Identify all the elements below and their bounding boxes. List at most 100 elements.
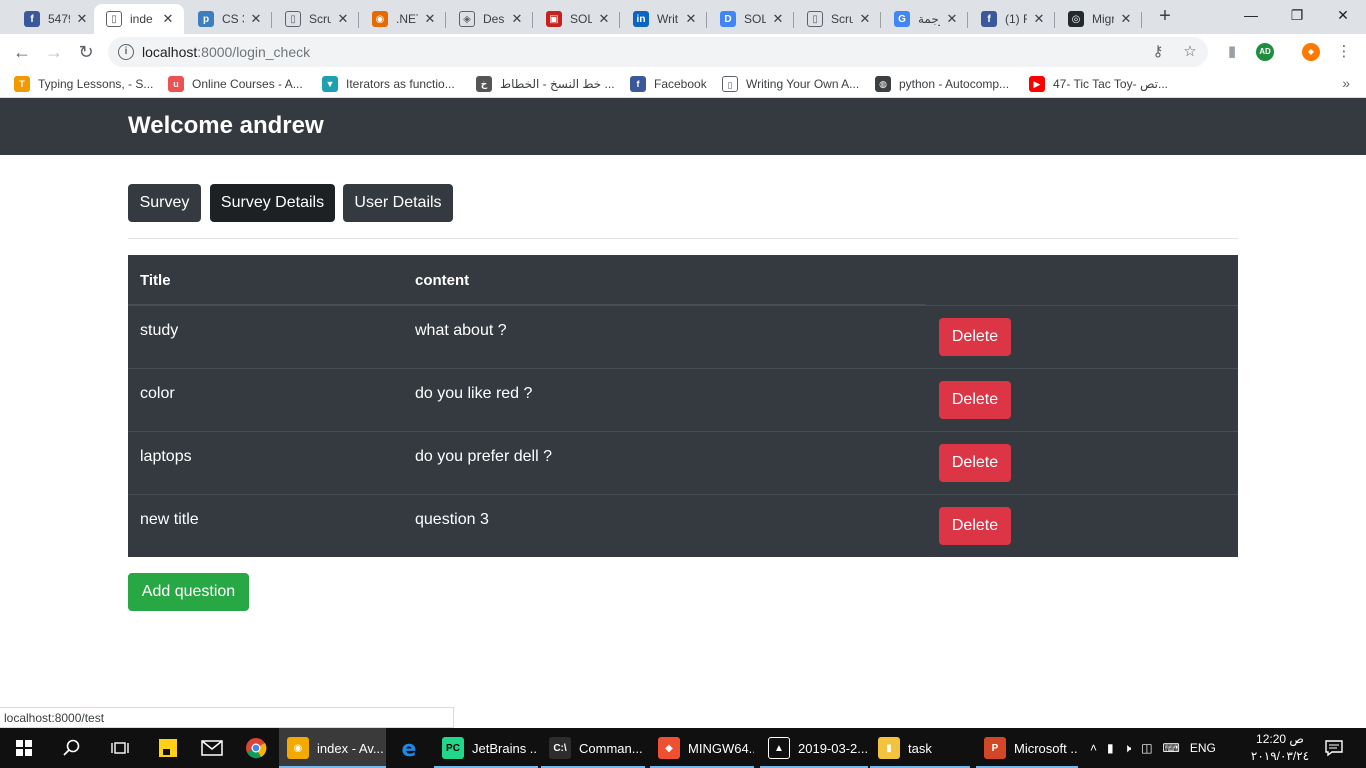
bookmark-label: Facebook — [654, 77, 707, 91]
battery-icon[interactable]: ▮ — [1107, 741, 1114, 755]
sticky-notes-icon[interactable] — [156, 736, 180, 760]
clock-time: 12:20 ص — [1256, 732, 1304, 746]
survey-details-button[interactable]: Survey Details — [210, 184, 335, 222]
browser-tab[interactable]: ▯ Scru ✕ — [795, 4, 881, 34]
bookmark-item[interactable]: خ خط النسخ - الخطاط ... — [476, 75, 615, 93]
tab-separator — [967, 12, 968, 28]
wifi-icon[interactable]: ◫ — [1141, 741, 1152, 755]
close-icon[interactable]: ✕ — [1320, 0, 1366, 30]
taskbar-app-label: MINGW64... — [688, 740, 754, 756]
bookmark-item[interactable]: ◍ python - Autocomp... — [875, 75, 1009, 93]
address-bar[interactable]: i localhost:8000/login_check ⚷ ☆ — [108, 37, 1208, 67]
delete-button[interactable]: Delete — [939, 318, 1011, 356]
tab-close-icon[interactable]: ✕ — [335, 11, 351, 27]
browser-tab[interactable]: ▣ SOLI ✕ — [534, 4, 620, 34]
browser-tab[interactable]: ◉ .NET ✕ — [360, 4, 446, 34]
tab-title: Scru — [309, 12, 331, 26]
browser-tab[interactable]: D SOLI ✕ — [708, 4, 794, 34]
bookmark-item[interactable]: f Facebook — [630, 75, 707, 93]
dotnet-icon: ◉ — [372, 11, 388, 27]
browser-tab[interactable]: f (1) F ✕ — [969, 4, 1055, 34]
taskbar-app[interactable]: ◉ index - Av... — [279, 728, 386, 768]
notifications-icon[interactable] — [1322, 736, 1346, 760]
browser-tab[interactable]: ◎ Migr ✕ — [1056, 4, 1142, 34]
tab-separator — [271, 12, 272, 28]
browser-tab[interactable]: G ترجمة ✕ — [882, 4, 968, 34]
browser-tab[interactable]: f 5479 ✕ — [12, 4, 98, 34]
cell-content: question 3 — [415, 511, 489, 528]
new-tab-icon[interactable]: + — [1154, 5, 1176, 27]
taskbar-app[interactable]: P Microsoft ... — [976, 728, 1078, 768]
chrome-icon[interactable] — [244, 736, 268, 760]
tab-close-icon[interactable]: ✕ — [683, 11, 699, 27]
clock[interactable]: 12:20 ص ٢٠١٩/٠٣/٢٤ — [1250, 731, 1310, 765]
tab-close-icon[interactable]: ✕ — [596, 11, 612, 27]
tab-close-icon[interactable]: ✕ — [248, 11, 264, 27]
tab-close-icon[interactable]: ✕ — [1118, 11, 1134, 27]
tab-close-icon[interactable]: ✕ — [160, 11, 176, 27]
tab-title: CS 3 — [222, 12, 244, 26]
table-row: new title question 3 Delete — [128, 494, 1238, 557]
reload-icon[interactable]: ↻ — [72, 38, 100, 66]
taskbar-app[interactable]: PC JetBrains ... — [434, 728, 538, 768]
add-question-button[interactable]: Add question — [128, 573, 249, 611]
browser-tab[interactable]: ▯ Scru ✕ — [273, 4, 359, 34]
delete-button[interactable]: Delete — [939, 507, 1011, 545]
restore-icon[interactable]: ❐ — [1274, 0, 1320, 30]
show-hidden-icons-icon[interactable]: ˄ — [1090, 741, 1097, 755]
taskbar-app-label: task — [908, 740, 932, 756]
forward-icon[interactable]: → — [40, 38, 68, 66]
search-icon[interactable] — [60, 736, 84, 760]
input-language[interactable]: ENG — [1190, 741, 1216, 755]
user-details-button[interactable]: User Details — [343, 184, 453, 222]
tab-title: Writ — [657, 12, 679, 26]
tab-close-icon[interactable]: ✕ — [944, 11, 960, 27]
taskbar-app[interactable]: ◆ MINGW64... — [650, 728, 754, 768]
adblock-extension-icon[interactable]: AD — [1256, 43, 1274, 61]
bookmark-item[interactable]: u Online Courses - A... — [168, 75, 303, 93]
bookmark-item[interactable]: ▼ Iterators as functio... — [322, 75, 455, 93]
typing-icon: T — [14, 76, 30, 92]
browser-tab[interactable]: ◈ Desi ✕ — [447, 4, 533, 34]
browser-tab[interactable]: in Writ ✕ — [621, 4, 707, 34]
table-row: study what about ? Delete — [128, 305, 1238, 368]
bookmark-item[interactable]: ▯ Writing Your Own A... — [722, 75, 859, 93]
delete-button[interactable]: Delete — [939, 381, 1011, 419]
docs-icon: D — [720, 11, 736, 27]
url-text[interactable]: localhost:8000/login_check — [142, 44, 310, 60]
bookmarks-overflow-icon[interactable]: » — [1342, 75, 1350, 91]
divider — [128, 238, 1238, 239]
camera-icon[interactable]: ▮ — [1222, 42, 1242, 62]
tab-close-icon[interactable]: ✕ — [74, 11, 90, 27]
tab-close-icon[interactable]: ✕ — [770, 11, 786, 27]
key-icon[interactable]: ⚷ — [1148, 42, 1168, 62]
survey-button[interactable]: Survey — [128, 184, 201, 222]
back-icon[interactable]: ← — [8, 38, 36, 66]
menu-icon[interactable]: ⋮ — [1334, 42, 1354, 62]
windows-start-icon[interactable] — [12, 736, 36, 760]
task-view-icon[interactable] — [108, 736, 132, 760]
minimize-icon[interactable]: — — [1228, 0, 1274, 30]
site-info-icon[interactable]: i — [118, 44, 134, 60]
tab-close-icon[interactable]: ✕ — [1031, 11, 1047, 27]
taskbar-app[interactable]: ▲ 2019-03-2... — [760, 728, 868, 768]
mail-icon[interactable] — [200, 736, 224, 760]
bookmark-item[interactable]: ▶ 47- Tic Tac Toy- تص... — [1029, 75, 1168, 93]
delete-button[interactable]: Delete — [939, 444, 1011, 482]
design-icon: ◈ — [459, 11, 475, 27]
tab-close-icon[interactable]: ✕ — [857, 11, 873, 27]
piazza-icon: p — [198, 11, 214, 27]
edge-icon[interactable]: e — [397, 736, 421, 760]
avast-extension-icon[interactable]: ◆ — [1302, 43, 1320, 61]
volume-icon[interactable]: 🕨 — [1124, 741, 1132, 756]
tab-title: Desi — [483, 12, 505, 26]
tab-close-icon[interactable]: ✕ — [422, 11, 438, 27]
browser-tab[interactable]: ▯ inde ✕ — [94, 4, 184, 34]
taskbar-app[interactable]: ▮ task — [870, 728, 970, 768]
bookmark-star-icon[interactable]: ☆ — [1180, 42, 1200, 62]
browser-tab[interactable]: p CS 3 ✕ — [186, 4, 272, 34]
bookmark-item[interactable]: T Typing Lessons, - S... — [14, 75, 153, 93]
taskbar-app[interactable]: C:\ Comman... — [541, 728, 645, 768]
tab-close-icon[interactable]: ✕ — [509, 11, 525, 27]
keyboard-icon[interactable]: ⌨ — [1163, 741, 1180, 755]
